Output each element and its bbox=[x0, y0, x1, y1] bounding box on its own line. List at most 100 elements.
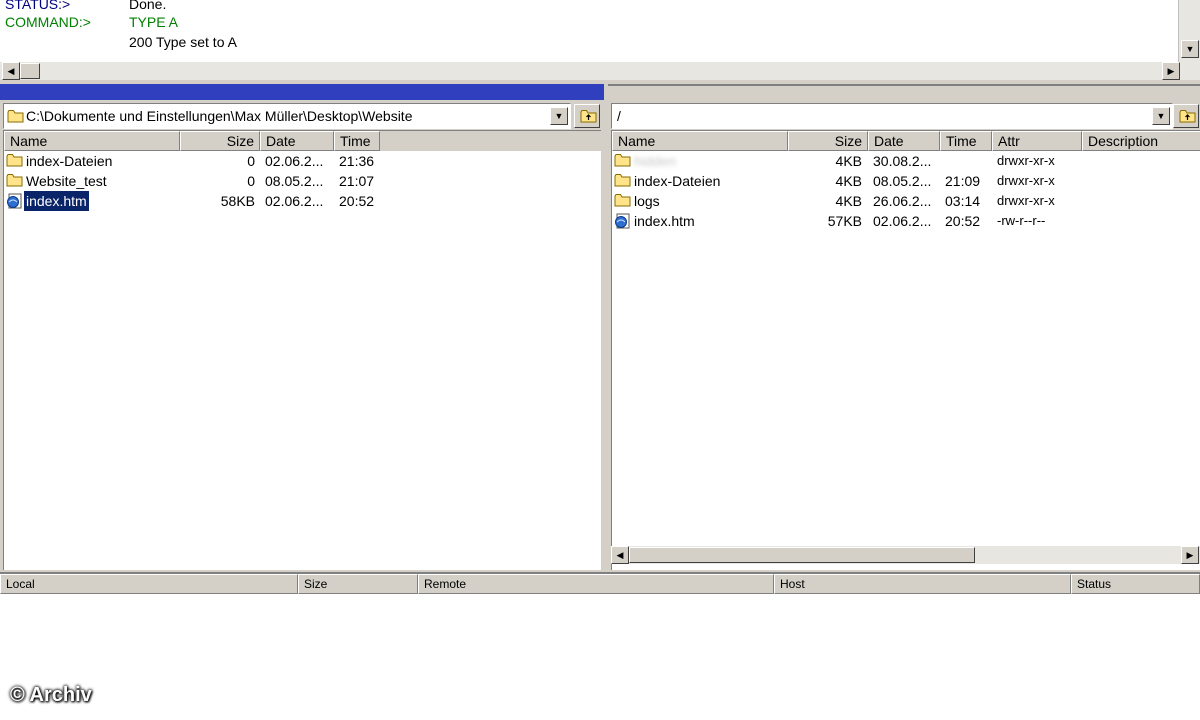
scroll-left-icon[interactable]: ◀ bbox=[611, 546, 629, 564]
file-name-cell: index-Dateien bbox=[6, 151, 176, 171]
dropdown-arrow-icon[interactable]: ▼ bbox=[550, 107, 568, 125]
dropdown-arrow-icon[interactable]: ▼ bbox=[1152, 107, 1170, 125]
scroll-thumb[interactable] bbox=[629, 547, 975, 563]
column-header-size[interactable]: Size bbox=[180, 131, 260, 151]
scroll-left-icon[interactable]: ◀ bbox=[2, 62, 20, 80]
column-header-name[interactable]: Name bbox=[4, 131, 180, 151]
remote-panel: / ▼ Name Size Date Time Attr Description… bbox=[608, 84, 1200, 570]
file-date: 08.05.2... bbox=[873, 173, 932, 189]
file-date: 02.06.2... bbox=[873, 213, 932, 229]
file-name: index-Dateien bbox=[26, 153, 113, 169]
log-message: 200 Type set to A bbox=[129, 34, 237, 50]
queue-column-status[interactable]: Status bbox=[1071, 574, 1200, 594]
queue-column-host[interactable]: Host bbox=[774, 574, 1071, 594]
log-vertical-scrollbar[interactable]: ▼ bbox=[1178, 0, 1200, 62]
remote-panel-titlebar bbox=[608, 84, 1200, 100]
file-name: index-Dateien bbox=[634, 173, 721, 189]
column-header-date[interactable]: Date bbox=[868, 131, 940, 151]
column-header-size[interactable]: Size bbox=[788, 131, 868, 151]
html-file-icon bbox=[615, 213, 630, 229]
file-date: 26.06.2... bbox=[873, 193, 932, 209]
file-date: 30.08.2... bbox=[873, 153, 932, 169]
local-path-text: C:\Dokumente und Einstellungen\Max Mülle… bbox=[26, 108, 413, 124]
remote-up-directory-button[interactable] bbox=[1173, 104, 1199, 128]
log-message: TYPE A bbox=[129, 14, 179, 30]
scroll-thumb[interactable] bbox=[20, 63, 40, 79]
folder-icon bbox=[6, 174, 23, 187]
queue-column-size[interactable]: Size bbox=[298, 574, 418, 594]
local-panel: C:\Dokumente und Einstellungen\Max Mülle… bbox=[0, 84, 604, 570]
file-name: logs bbox=[634, 193, 660, 209]
file-name-cell: logs bbox=[614, 191, 784, 211]
local-file-list[interactable]: Name Size Date Time index-Dateien 0 02.0… bbox=[3, 130, 601, 570]
file-date: 08.05.2... bbox=[265, 173, 324, 189]
file-attr: -rw-r--r-- bbox=[997, 213, 1046, 228]
file-time: 20:52 bbox=[945, 213, 981, 229]
scroll-right-icon[interactable]: ▶ bbox=[1162, 62, 1180, 80]
file-name-cell: index.htm bbox=[614, 211, 784, 231]
file-time: 21:07 bbox=[339, 173, 375, 189]
file-date: 02.06.2... bbox=[265, 193, 324, 209]
local-panel-titlebar bbox=[0, 84, 604, 100]
file-row[interactable]: index-Dateien 4KB 08.05.2... 21:09 drwxr… bbox=[612, 171, 1200, 191]
message-log: STATUS:> Done. COMMAND:> TYPE A 200 Type… bbox=[0, 0, 1200, 80]
queue-column-local[interactable]: Local bbox=[0, 574, 298, 594]
file-size: 58KB bbox=[220, 193, 255, 209]
log-horizontal-scrollbar[interactable]: ◀ ▶ bbox=[0, 62, 1200, 80]
file-size: 57KB bbox=[827, 213, 862, 229]
folder-icon bbox=[614, 154, 631, 167]
file-attr: drwxr-xr-x bbox=[997, 173, 1055, 188]
watermark: © Archiv bbox=[10, 684, 92, 706]
file-row[interactable]: index-Dateien 0 02.06.2... 21:36 bbox=[4, 151, 601, 171]
file-time: 03:14 bbox=[945, 193, 981, 209]
file-name: index.htm bbox=[23, 191, 90, 211]
log-lines: STATUS:> Done. COMMAND:> TYPE A 200 Type… bbox=[0, 0, 1178, 62]
folder-up-icon bbox=[1179, 110, 1196, 123]
file-name-cell: index-Dateien bbox=[614, 171, 784, 191]
file-date: 02.06.2... bbox=[265, 153, 324, 169]
local-list-header: Name Size Date Time bbox=[4, 131, 601, 151]
file-size: 0 bbox=[247, 153, 255, 169]
file-row[interactable]: index.htm 58KB 02.06.2... 20:52 bbox=[4, 191, 601, 211]
file-name: index.htm bbox=[634, 213, 695, 229]
remote-file-list[interactable]: Name Size Date Time Attr Description hid… bbox=[611, 130, 1200, 570]
queue-header: Local Size Remote Host Status bbox=[0, 574, 1200, 594]
column-header-attr[interactable]: Attr bbox=[992, 131, 1082, 151]
transfer-queue[interactable]: Local Size Remote Host Status bbox=[0, 572, 1200, 720]
remote-path-combo[interactable]: / ▼ bbox=[611, 103, 1173, 129]
file-size: 4KB bbox=[835, 153, 862, 169]
scroll-right-icon[interactable]: ▶ bbox=[1181, 546, 1199, 564]
file-row[interactable]: index.htm 57KB 02.06.2... 20:52 -rw-r--r… bbox=[612, 211, 1200, 231]
column-header-time[interactable]: Time bbox=[334, 131, 380, 151]
file-row[interactable]: hidden 4KB 30.08.2... drwxr-xr-x bbox=[612, 151, 1200, 171]
scroll-down-icon[interactable]: ▼ bbox=[1181, 40, 1199, 58]
file-time: 21:09 bbox=[945, 173, 981, 189]
column-header-name[interactable]: Name bbox=[612, 131, 788, 151]
remote-horizontal-scrollbar[interactable]: ◀ ▶ bbox=[611, 546, 1200, 564]
folder-up-icon bbox=[580, 110, 597, 123]
file-attr: drwxr-xr-x bbox=[997, 193, 1055, 208]
remote-list-header: Name Size Date Time Attr Description bbox=[612, 131, 1200, 151]
file-row[interactable]: logs 4KB 26.06.2... 03:14 drwxr-xr-x bbox=[612, 191, 1200, 211]
folder-icon bbox=[614, 174, 631, 187]
folder-icon bbox=[7, 110, 24, 123]
column-header-date[interactable]: Date bbox=[260, 131, 334, 151]
html-file-icon bbox=[7, 193, 22, 209]
file-size: 0 bbox=[247, 173, 255, 189]
queue-column-remote[interactable]: Remote bbox=[418, 574, 774, 594]
column-header-time[interactable]: Time bbox=[940, 131, 992, 151]
file-name-cell: hidden bbox=[614, 151, 784, 171]
file-time: 20:52 bbox=[339, 193, 375, 209]
folder-icon bbox=[6, 154, 23, 167]
file-row[interactable]: Website_test 0 08.05.2... 21:07 bbox=[4, 171, 601, 191]
local-path-combo[interactable]: C:\Dokumente und Einstellungen\Max Mülle… bbox=[3, 103, 571, 129]
file-name-cell: index.htm bbox=[6, 191, 176, 211]
file-attr: drwxr-xr-x bbox=[997, 153, 1055, 168]
file-name-cell: Website_test bbox=[6, 171, 176, 191]
file-time bbox=[945, 151, 989, 171]
log-label: COMMAND:> bbox=[5, 14, 91, 30]
local-up-directory-button[interactable] bbox=[574, 104, 600, 128]
remote-path-text: / bbox=[617, 108, 621, 124]
column-header-description[interactable]: Description bbox=[1082, 131, 1200, 151]
file-time: 21:36 bbox=[339, 153, 375, 169]
